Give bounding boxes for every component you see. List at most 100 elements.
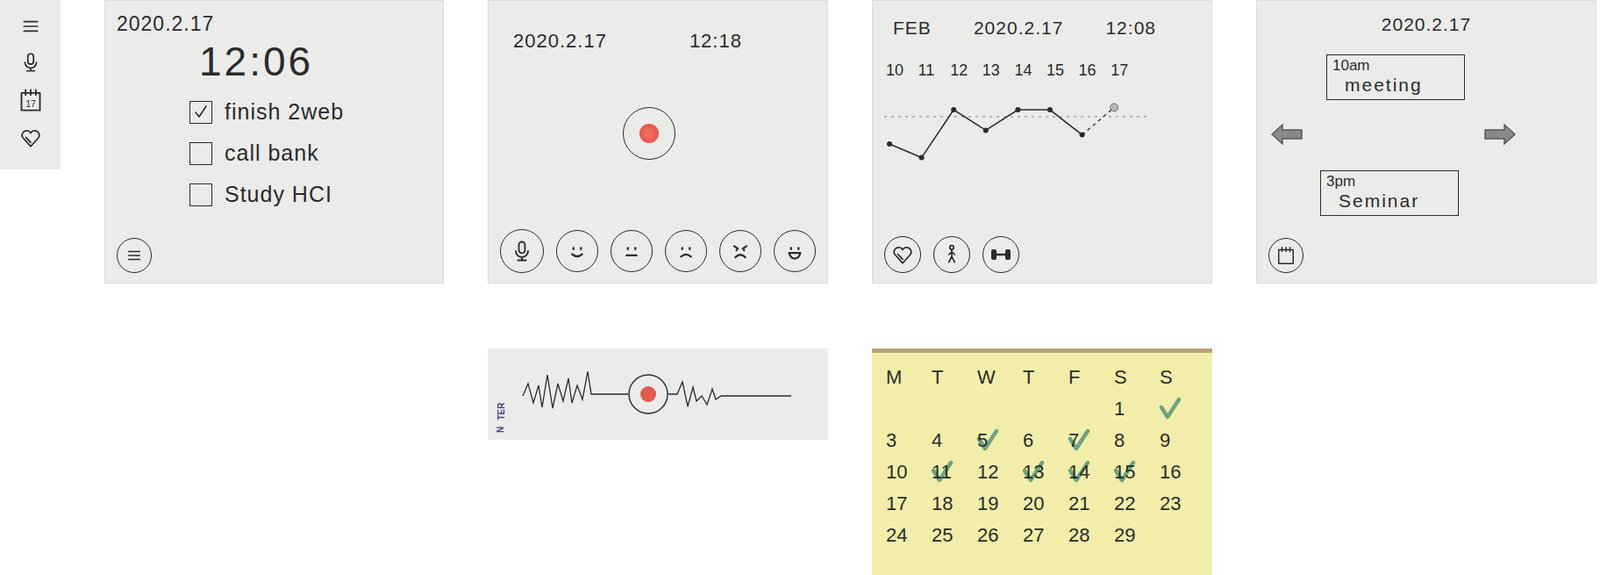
mood-point [1047,107,1053,113]
menu-button[interactable] [116,237,152,273]
mood-chart-card: FEB2020.2.1712:081011121314151617 [871,0,1213,284]
day-label: 10 [885,61,919,80]
recorder-card: 2020.2.1712:18 [487,0,829,284]
mic-button[interactable] [500,228,544,273]
calendar-day[interactable]: 21 [1061,487,1108,520]
todo-checkbox[interactable] [189,100,213,124]
workout-tab[interactable] [982,235,1020,273]
neutral-face-icon [616,235,647,266]
frown-face-icon [671,235,701,266]
mood-point [1014,107,1021,113]
tick-icon [1157,396,1183,422]
todo-card: 2020.2.1712:06finish 2webcall bankStudy … [104,0,444,284]
date-label: 2020.2.17 [116,12,432,36]
average-line [884,115,1148,117]
calendar-day[interactable]: 22 [1107,487,1153,520]
calendar-day[interactable]: 16 [1152,456,1199,488]
day-number: 13 [1022,460,1044,484]
printed-marks: TER N [487,348,515,440]
menu-icon [20,15,42,37]
calendar-day[interactable]: 1 [1107,392,1153,425]
mood-button[interactable] [556,229,599,272]
printed-mark: N [495,426,506,433]
angry-face-icon [725,235,756,266]
day-number: 6 [1022,428,1034,452]
day-number: 26 [977,523,999,547]
calendar-day[interactable]: 3 [878,424,925,457]
weekday-label: T [1015,361,1062,393]
calendar-day[interactable]: 20 [1015,487,1062,520]
calendar-day[interactable]: 26 [970,519,1016,551]
day-label: 17 [1110,61,1143,80]
event-time: 3pm [1326,172,1453,191]
calendar-day[interactable]: 27 [1015,519,1062,551]
day-number: 7 [1068,428,1079,452]
calendar-day[interactable]: 12 [970,456,1016,488]
day-number: 8 [1114,428,1125,452]
todo-item[interactable]: call bank [189,140,432,166]
mood-point [983,127,989,133]
event-box[interactable]: 3pmSeminar [1320,170,1459,216]
record-area [500,107,816,160]
event-box[interactable]: 10ammeeting [1326,54,1465,100]
month-calendar: MTWTFSS134567891011121314151617181920212… [871,348,1213,575]
todo-item[interactable]: Study HCI [189,181,432,208]
weekday-label: S [1107,361,1153,393]
calendar-day[interactable]: 9 [1152,424,1199,457]
mood-point [919,155,925,161]
day-number: 29 [1114,523,1136,547]
todo-label: finish 2web [224,99,344,125]
day-number: 23 [1159,492,1181,515]
calendar-day[interactable]: 25 [924,519,971,551]
day-label: 12 [950,61,983,80]
calendar-day[interactable]: 13 [1015,456,1062,488]
todo-checkbox[interactable] [189,183,213,207]
calendar-day[interactable]: 24 [878,519,925,551]
calendar-day[interactable]: 11 [924,456,971,488]
day-number: 3 [885,428,897,452]
calendar-day[interactable]: 6 [1015,424,1062,457]
calendar-day[interactable]: 23 [1152,487,1199,520]
day-label: 15 [1046,61,1079,80]
todo-item[interactable]: finish 2web [189,99,432,125]
left-arrow-icon[interactable] [1268,121,1306,148]
mood-tab[interactable] [884,235,922,273]
record-button[interactable] [622,107,676,160]
calendar-day[interactable] [1152,392,1199,425]
recording-strip: TER N [487,348,829,440]
mood-button[interactable] [664,229,708,272]
day-number: 20 [1022,492,1044,515]
calendar-day[interactable]: 17 [878,487,925,520]
header-row: 2020.2.17 [1268,14,1585,36]
todo-checkbox[interactable] [189,142,213,165]
todo-label: Study HCI [224,181,333,208]
day-number: 21 [1068,492,1090,515]
calendar-day[interactable]: 19 [970,487,1016,520]
calendar-day[interactable]: 10 [878,456,925,488]
calendar-day[interactable]: 15 [1107,456,1153,488]
mood-button[interactable] [773,229,816,272]
day-label: 11 [918,61,951,80]
calendar-day[interactable]: 28 [1061,519,1108,551]
calendar-button[interactable] [1268,237,1304,273]
bottom-bar [884,235,1200,273]
mood-button[interactable] [610,229,653,272]
calendar-day[interactable]: 18 [924,487,971,520]
calendar-day[interactable]: 14 [1061,456,1108,488]
day-number: 11 [931,460,952,484]
day-number: 1 [1114,397,1125,421]
calendar-day[interactable]: 29 [1107,519,1153,551]
right-arrow-icon[interactable] [1481,121,1519,148]
printed-mark: TER [496,402,507,421]
event-time: 10am [1332,57,1459,75]
todo-label: call bank [224,140,320,166]
calendar-day[interactable]: 5 [970,424,1016,457]
calendar-day [1061,392,1108,425]
calendar-day[interactable]: 7 [1061,424,1108,457]
activity-tab[interactable] [933,235,971,273]
mood-button[interactable] [719,229,762,272]
calendar-day[interactable]: 4 [924,424,971,457]
calendar-day[interactable]: 8 [1107,424,1153,457]
app-sidebar: 17 [0,0,61,170]
svg-text:17: 17 [25,98,36,109]
